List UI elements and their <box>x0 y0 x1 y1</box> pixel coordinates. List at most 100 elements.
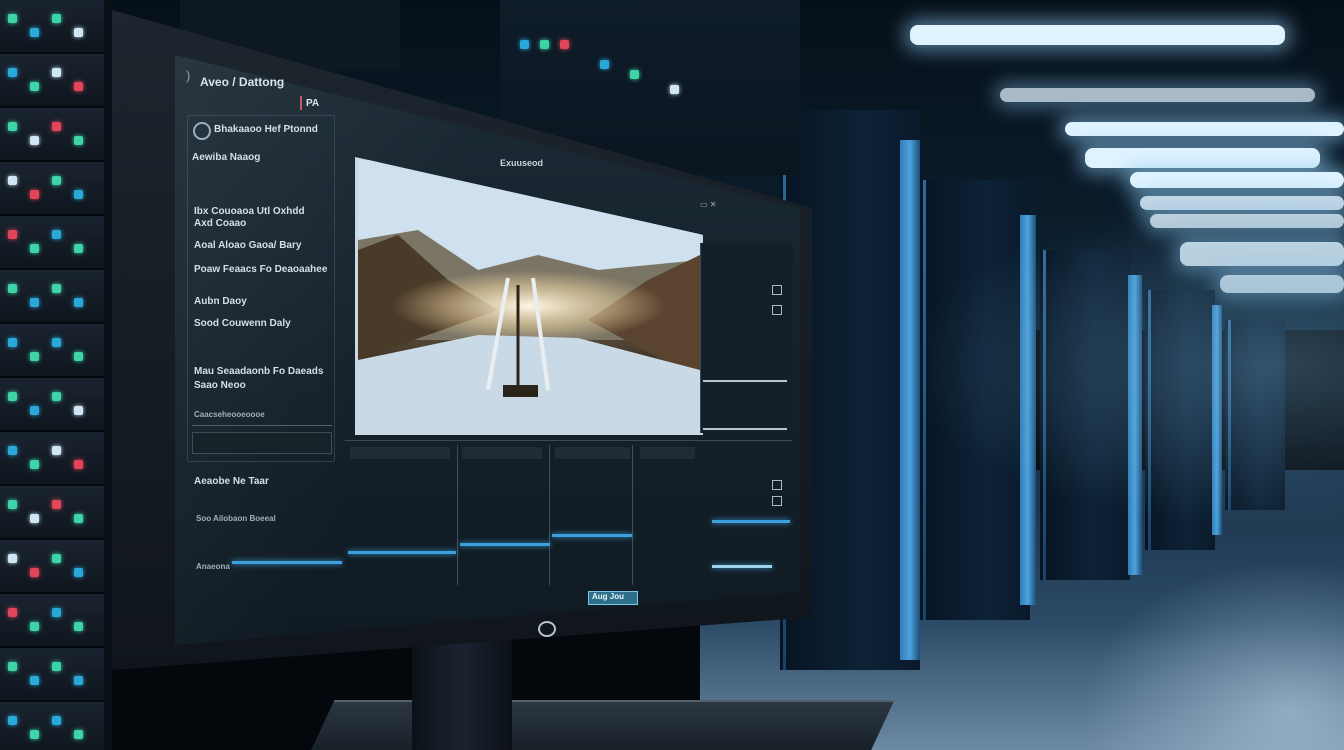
status-led-icon <box>74 568 83 577</box>
tool-icon[interactable] <box>772 305 782 315</box>
sidebar-item[interactable]: Sood Couwenn Daly <box>194 318 291 329</box>
monitor-stand-neck <box>412 640 512 750</box>
floor-reflection <box>1080 560 1344 750</box>
rack-unit <box>0 162 104 216</box>
timeline-track[interactable] <box>348 551 456 554</box>
timeline-track[interactable] <box>552 534 632 537</box>
ceiling-light <box>1065 122 1344 136</box>
rack-unit <box>0 594 104 648</box>
sidebar-footer: Caacseheooeoooe <box>194 410 265 419</box>
rack-unit <box>0 378 104 432</box>
status-led-icon <box>52 608 61 617</box>
rack-unit <box>0 108 104 162</box>
status-led-icon <box>52 716 61 725</box>
rack-unit <box>0 0 104 54</box>
timeline-track[interactable] <box>712 520 790 523</box>
rack-unit <box>0 216 104 270</box>
status-led-icon <box>74 244 83 253</box>
ceiling-light <box>910 25 1285 45</box>
ceiling-light <box>1130 172 1344 188</box>
status-led-icon <box>8 446 17 455</box>
status-led-icon <box>52 122 61 131</box>
window-controls-icon[interactable]: ▭ ✕ <box>700 200 716 209</box>
monitor-logo-icon <box>538 621 556 637</box>
timeline-label: Anaeona <box>196 562 230 571</box>
status-led-icon <box>74 28 83 37</box>
timeline-track[interactable] <box>460 543 550 546</box>
track-divider <box>457 445 458 585</box>
status-led-icon <box>30 568 39 577</box>
light-haze <box>900 200 1344 530</box>
status-led-icon <box>52 176 61 185</box>
status-led-icon <box>8 176 17 185</box>
status-led-icon <box>30 622 39 631</box>
sidebar-item[interactable]: Axd Coaao <box>194 218 246 229</box>
panel-bar <box>703 380 787 382</box>
status-led-icon <box>30 514 39 523</box>
avatar[interactable] <box>193 122 211 140</box>
ceiling-light <box>1085 148 1320 168</box>
server-room-photo: ) Aveo / Dattong PA Bhakaaoo Hef Ptonnd … <box>0 0 1344 750</box>
track-header <box>350 447 450 459</box>
collapse-icon[interactable]: ) <box>186 68 190 83</box>
status-led-icon <box>30 82 39 91</box>
sidebar-subheader: Aewiba Naaog <box>192 152 261 163</box>
sidebar-item[interactable]: Saao Neoo <box>194 380 246 391</box>
status-led-icon <box>74 730 83 739</box>
timeline-label: Soo Ailobaon Boeeal <box>196 514 276 523</box>
track-header <box>555 447 630 459</box>
status-led-icon <box>74 82 83 91</box>
timeline-track[interactable] <box>232 561 342 564</box>
status-badge-label: Aug Jou <box>592 592 624 601</box>
track-header <box>462 447 542 459</box>
status-led-icon <box>74 352 83 361</box>
timeline-panel <box>345 440 792 591</box>
status-led-icon <box>8 554 17 563</box>
status-led-icon <box>8 608 17 617</box>
status-led-icon <box>8 338 17 347</box>
status-led-icon <box>30 352 39 361</box>
sidebar-item[interactable]: Aubn Daoy <box>194 296 247 307</box>
viewer-title: Exuuseod <box>500 158 544 168</box>
app-title: Aveo / Dattong <box>200 75 285 89</box>
status-led-icon <box>52 14 61 23</box>
sidebar-item[interactable]: Poaw Feaacs Fo Deaoaahee <box>194 264 327 275</box>
track-divider <box>632 445 633 585</box>
status-led-icon <box>30 244 39 253</box>
status-led-icon <box>74 298 83 307</box>
status-led-icon <box>8 500 17 509</box>
status-led-icon <box>52 392 61 401</box>
search-input[interactable] <box>192 432 332 454</box>
status-led-icon <box>30 298 39 307</box>
status-led-icon <box>8 14 17 23</box>
sidebar-item[interactable]: Mau Seaadaonb Fo Daeads <box>194 366 323 377</box>
status-led-icon <box>52 554 61 563</box>
timeline-track[interactable] <box>712 565 772 568</box>
monitor-stand-base <box>305 700 895 750</box>
status-led-icon <box>74 622 83 631</box>
rack-unit <box>0 540 104 594</box>
timeline-label: Aeaobe Ne Taar <box>194 476 269 487</box>
status-led-icon <box>8 230 17 239</box>
rack-unit <box>0 324 104 378</box>
tab-label[interactable]: PA <box>299 96 319 110</box>
status-led-icon <box>8 284 17 293</box>
status-led-icon <box>8 716 17 725</box>
tool-icon[interactable] <box>772 285 782 295</box>
status-led-icon <box>30 676 39 685</box>
status-led-icon <box>52 662 61 671</box>
properties-panel <box>700 243 793 433</box>
status-led-icon <box>8 392 17 401</box>
sidebar-item[interactable]: Aoal Aloao Gaoa/ Bary <box>194 240 301 251</box>
sidebar-item[interactable]: Ibx Couoaoa Utl Oxhdd <box>194 206 305 217</box>
rack-unit <box>0 702 104 750</box>
status-led-icon <box>74 460 83 469</box>
status-led-icon <box>74 514 83 523</box>
status-led-icon <box>30 730 39 739</box>
status-led-icon <box>74 190 83 199</box>
status-led-icon <box>52 68 61 77</box>
status-led-icon <box>52 284 61 293</box>
panel-bar <box>703 428 787 430</box>
rack-unit <box>0 432 104 486</box>
status-led-icon <box>52 500 61 509</box>
